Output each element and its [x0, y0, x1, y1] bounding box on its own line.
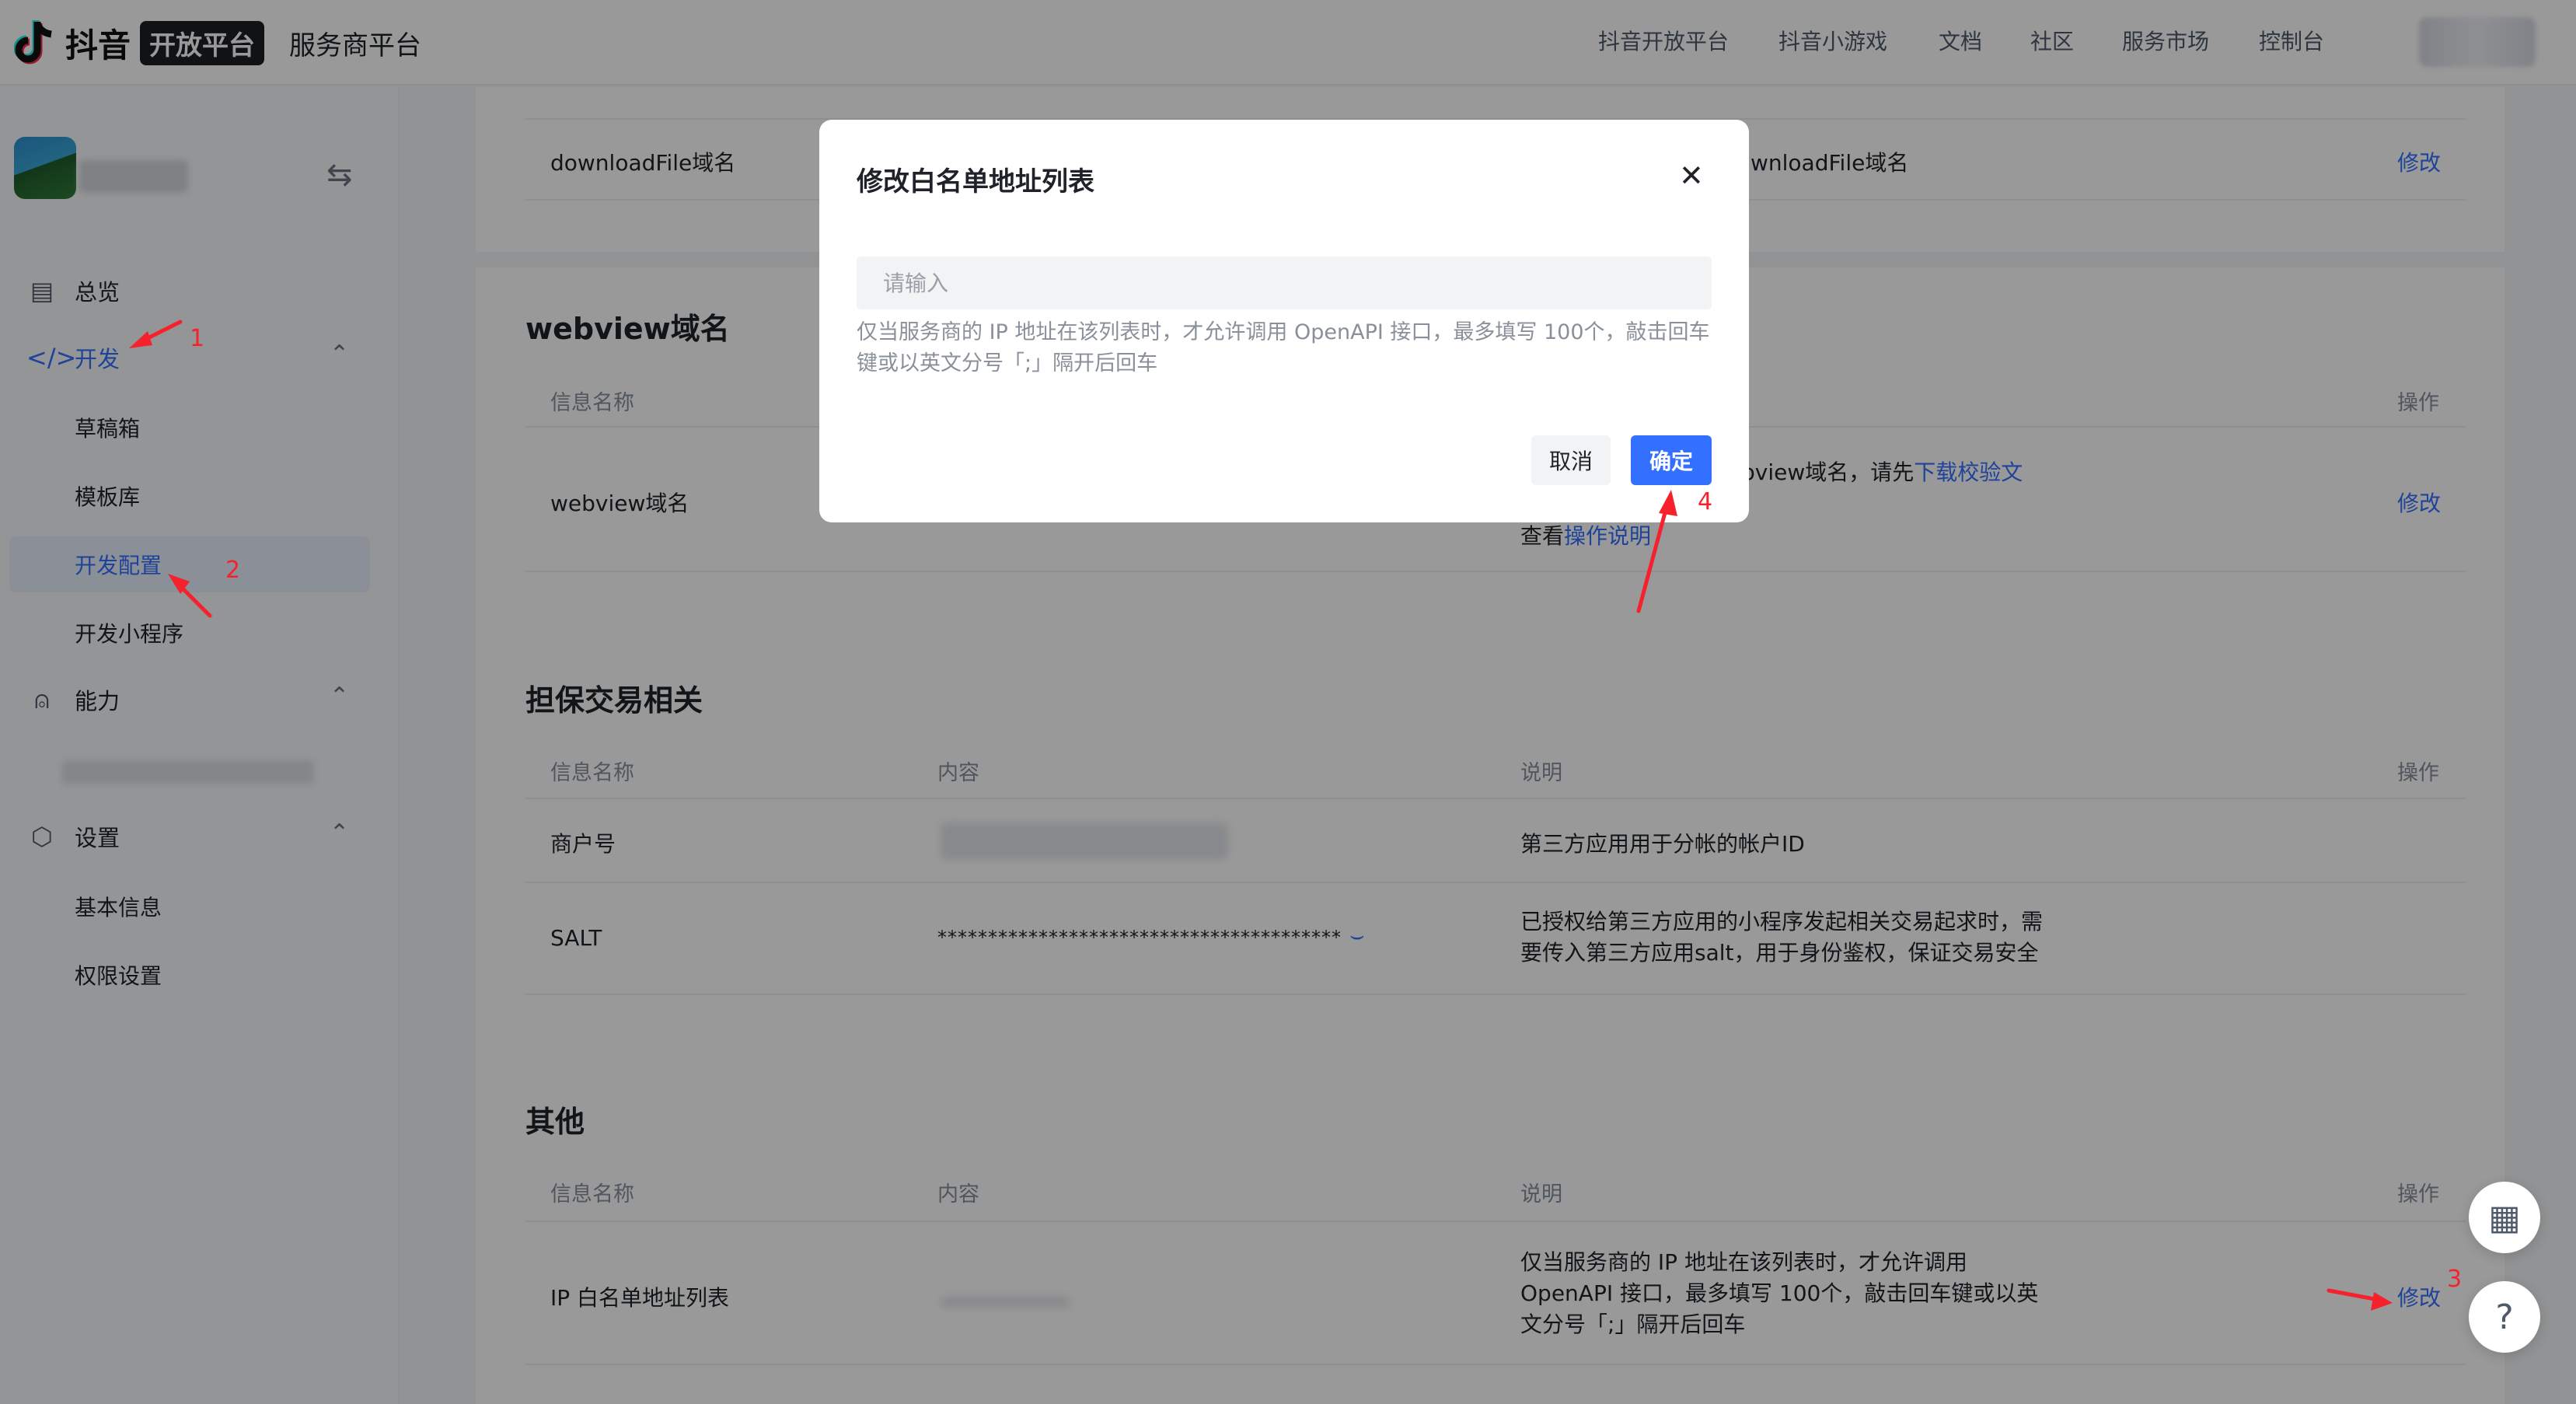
annotation-number: 1	[190, 325, 205, 352]
annotation-arrows	[129, 320, 2393, 1311]
annotation-number: 4	[1698, 488, 1713, 515]
annotation-number: 2	[225, 557, 241, 584]
annotation-number: 3	[2447, 1266, 2463, 1293]
